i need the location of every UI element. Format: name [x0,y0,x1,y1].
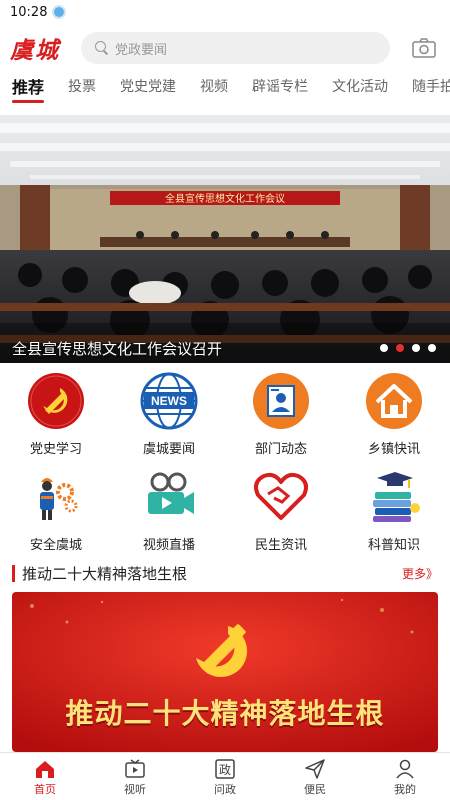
quick-link-livelihood[interactable]: 民生资讯 [225,468,337,563]
quick-link-label: 虞城要闻 [142,442,195,457]
search-bar[interactable]: 党政要闻 [81,32,390,64]
quick-link-label: 乡镇快讯 [367,442,420,457]
news-globe-icon: NEWS [140,372,198,430]
carousel-dot[interactable] [380,344,388,352]
section-title: 推动二十大精神落地生根 [22,564,188,583]
stage-banner-text: 全县宣传思想文化工作会议 [165,192,285,205]
home-icon [36,761,54,778]
quick-link-label: 党史学习 [29,442,82,457]
nav-convenience[interactable]: 便民 [270,753,360,800]
category-tabs: 推荐 投票 党史党建 视频 辟谣专栏 文化活动 随手拍 [0,72,450,108]
tab-recommend[interactable]: 推荐 [12,74,45,103]
quick-link-live-video[interactable]: 视频直播 [113,468,225,563]
user-icon [396,759,414,779]
feature-banner[interactable]: 推动二十大精神落地生根 [12,592,438,752]
tab-party-history[interactable]: 党史党建 [120,76,176,96]
notification-icon [52,5,67,19]
carousel-dot-active[interactable] [396,344,404,352]
carousel-dot[interactable] [428,344,436,352]
quick-link-science[interactable]: 科普知识 [338,468,450,563]
handshake-icon [254,472,308,520]
nav-label: 首页 [34,783,56,796]
nav-label: 我的 [394,783,416,796]
tab-culture[interactable]: 文化活动 [332,76,388,96]
banner-caption: 全县宣传思想文化工作会议召开 [12,340,223,358]
nav-audiovisual[interactable]: 视听 [90,753,180,800]
svg-text:NEWS: NEWS [151,394,187,408]
section-accent-bar [12,564,15,582]
nav-label: 问政 [214,783,236,796]
quick-link-safety[interactable]: 安全虞城 [0,468,112,563]
quick-link-label: 安全虞城 [29,538,82,553]
department-icon [253,373,309,429]
header: 虞城 党政要闻 [0,28,450,68]
banner-carousel[interactable]: 全县宣传思想文化工作会议 全县宣传思想文化工作会议召开 [0,115,450,363]
quick-link-label: 科普知识 [367,538,420,553]
send-icon [305,759,325,779]
nav-mine[interactable]: 我的 [360,753,450,800]
section-header: 推动二十大精神落地生根 更多》 [12,562,438,584]
status-bar: 10:28 [0,0,450,24]
quick-link-label: 视频直播 [142,538,195,553]
banner-photo: 全县宣传思想文化工作会议 [0,115,450,363]
quick-links-grid: 党史学习 NEWS 虞城要闻 部门动态 乡镇快讯 安全虞城 视频直播 民生资讯 … [0,370,450,560]
video-camera-icon [148,472,194,514]
search-icon [95,41,109,55]
tab-vote[interactable]: 投票 [68,76,96,96]
app-logo: 虞城 [10,37,60,64]
safety-worker-icon [40,478,78,520]
camera-icon[interactable] [412,37,436,59]
carousel-indicator [380,344,436,352]
quick-link-department[interactable]: 部门动态 [225,372,337,467]
house-icon [366,373,422,429]
tab-rumor[interactable]: 辟谣专栏 [252,76,308,96]
quick-link-label: 民生资讯 [254,538,307,553]
status-time: 10:28 [10,4,48,20]
tab-video[interactable]: 视频 [200,76,228,96]
bottom-navigation: 首页 视听 政 问政 便民 我的 [0,752,450,800]
nav-home[interactable]: 首页 [0,753,90,800]
party-emblem-icon [28,373,84,429]
quick-link-label: 部门动态 [254,442,307,457]
more-link[interactable]: 更多》 [402,565,438,582]
quick-link-county-news[interactable]: NEWS 虞城要闻 [113,372,225,467]
inquiry-icon: 政 [215,759,235,779]
tab-snapshot[interactable]: 随手拍 [412,76,450,96]
carousel-dot[interactable] [412,344,420,352]
quick-link-township[interactable]: 乡镇快讯 [338,372,450,467]
app-screen: 10:28 虞城 党政要闻 推荐 投票 党史党建 视频 辟谣专栏 文化活动 随手… [0,0,450,800]
nav-label: 便民 [304,783,326,796]
quick-link-party-history[interactable]: 党史学习 [0,372,112,467]
books-icon [373,472,420,522]
svg-text:政: 政 [219,763,231,777]
nav-inquiry[interactable]: 政 问政 [180,753,270,800]
search-placeholder: 党政要闻 [115,42,168,58]
feature-title: 推动二十大精神落地生根 [65,697,385,730]
nav-label: 视听 [124,783,146,796]
tv-icon [125,759,145,778]
